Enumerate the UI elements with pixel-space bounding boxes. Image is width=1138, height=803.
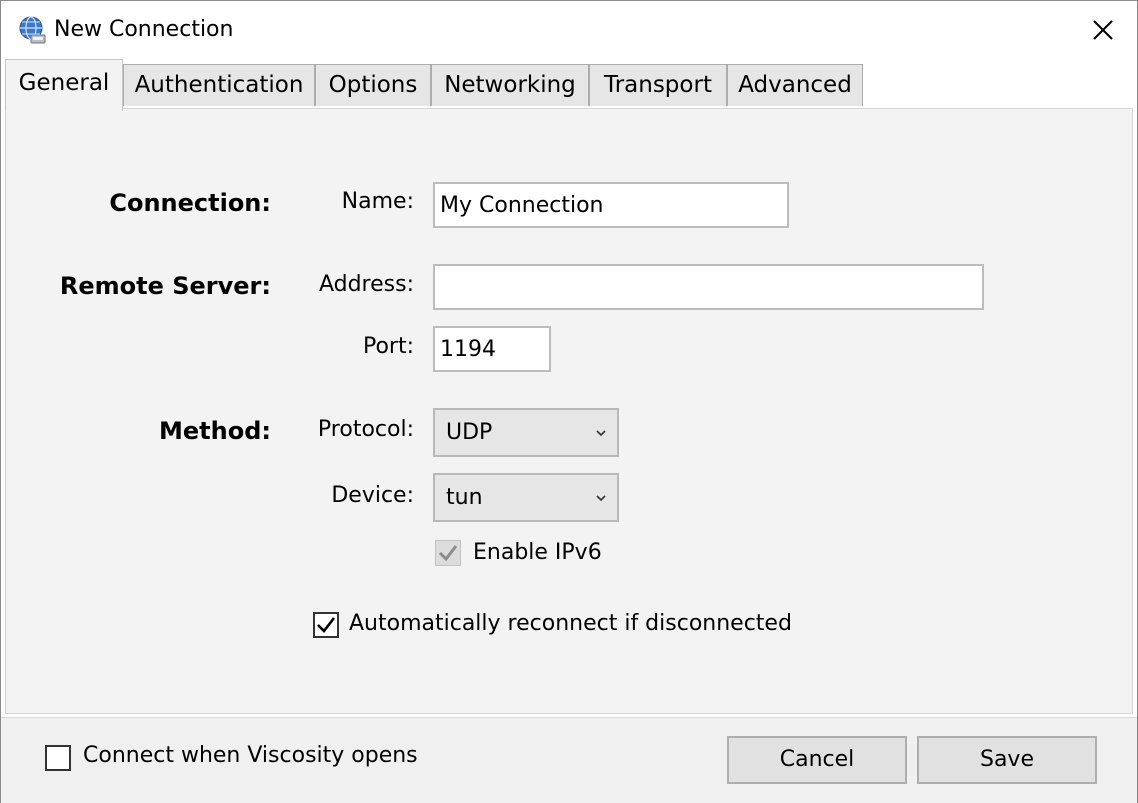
device-label: Device: (331, 483, 414, 508)
chevron-down-icon (596, 429, 606, 436)
auto-reconnect-label: Automatically reconnect if disconnected (349, 611, 792, 636)
device-selected-value: tun (446, 485, 483, 510)
address-field[interactable] (433, 264, 984, 310)
tab-transport[interactable]: Transport (589, 64, 727, 106)
cancel-button[interactable]: Cancel (727, 736, 907, 784)
window-title: New Connection (54, 17, 234, 42)
new-connection-window: New Connection General Authentication Op… (0, 0, 1138, 803)
general-tab-panel: Connection: Name: Remote Server: Address… (5, 108, 1133, 714)
name-label: Name: (341, 189, 414, 214)
protocol-selected-value: UDP (446, 420, 493, 445)
device-select[interactable]: tun (433, 473, 619, 522)
enable-ipv6-checkbox[interactable] (435, 540, 461, 566)
enable-ipv6-label: Enable IPv6 (473, 540, 602, 565)
close-icon (1093, 20, 1113, 40)
dialog-footer: Connect when Viscosity opens Cancel Save (1, 717, 1137, 803)
checkmark-icon (438, 545, 458, 562)
method-section-label: Method: (159, 417, 271, 445)
address-label: Address: (318, 272, 414, 297)
auto-reconnect-checkbox[interactable] (313, 612, 339, 638)
connect-on-open-label: Connect when Viscosity opens (83, 743, 418, 768)
tab-authentication[interactable]: Authentication (123, 64, 315, 106)
connection-section-label: Connection: (109, 189, 271, 217)
protocol-select[interactable]: UDP (433, 408, 619, 457)
checkmark-icon (317, 617, 336, 633)
port-field[interactable] (433, 326, 551, 372)
globe-network-icon (19, 16, 46, 44)
close-button[interactable] (1083, 13, 1123, 49)
title-bar: New Connection (1, 1, 1137, 59)
tab-bar: General Authentication Options Networkin… (5, 59, 1135, 111)
chevron-down-icon (596, 494, 606, 501)
save-button[interactable]: Save (917, 736, 1097, 784)
remote-server-section-label: Remote Server: (59, 272, 271, 300)
connect-on-open-checkbox[interactable] (45, 745, 71, 771)
tab-advanced[interactable]: Advanced (727, 64, 863, 106)
tab-options[interactable]: Options (315, 64, 431, 106)
tab-general[interactable]: General (5, 59, 123, 111)
port-label: Port: (362, 334, 414, 359)
protocol-label: Protocol: (317, 417, 414, 442)
tab-networking[interactable]: Networking (431, 64, 589, 106)
name-field[interactable] (433, 182, 789, 228)
